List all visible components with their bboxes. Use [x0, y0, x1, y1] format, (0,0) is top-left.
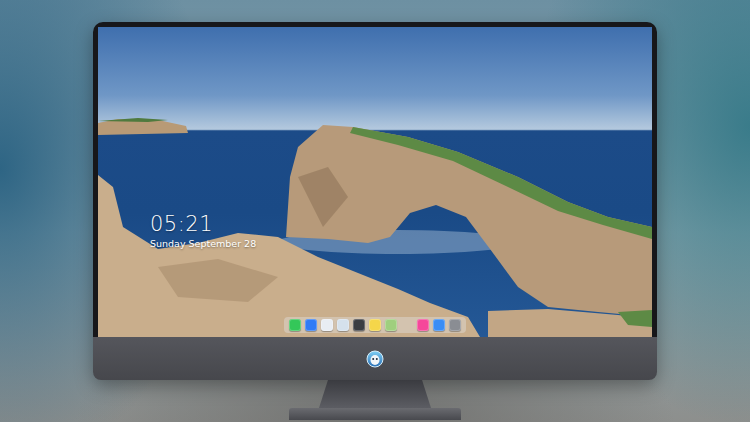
dock-app-icon[interactable]: [385, 319, 397, 331]
dock-app-icon[interactable]: [449, 319, 461, 331]
monitor-bezel: 05:21 Sunday September 28: [93, 22, 657, 337]
dock-separator: [401, 319, 413, 331]
dock-app-icon[interactable]: [337, 319, 349, 331]
monitor: 05:21 Sunday September 28: [93, 22, 657, 380]
lock-clock: 05:21 Sunday September 28: [150, 213, 256, 249]
dock-app-icon[interactable]: [305, 319, 317, 331]
dock-app-icon[interactable]: [321, 319, 333, 331]
dock-app-icon[interactable]: [417, 319, 429, 331]
brand-logo-icon: [366, 350, 384, 368]
monitor-stand-neck: [319, 380, 431, 408]
dock-app-icon[interactable]: [369, 319, 381, 331]
dock-app-icon[interactable]: [289, 319, 301, 331]
clock-time: 05:21: [150, 213, 256, 236]
clock-date: Sunday September 28: [150, 238, 256, 249]
desktop-screen: 05:21 Sunday September 28: [98, 27, 652, 337]
dock: [284, 317, 466, 333]
page: 05:21 Sunday September 28: [0, 0, 750, 422]
dock-app-icon[interactable]: [353, 319, 365, 331]
dock-app-icon[interactable]: [433, 319, 445, 331]
monitor-stand-base: [289, 408, 461, 420]
monitor-chin: [93, 337, 657, 380]
wallpaper-image: [98, 27, 652, 337]
